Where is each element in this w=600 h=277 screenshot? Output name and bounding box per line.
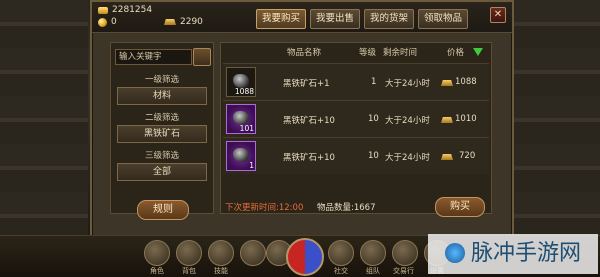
social-label: 社交 bbox=[334, 267, 348, 275]
trade-button[interactable] bbox=[392, 240, 418, 266]
item-quantity: 1088 bbox=[234, 87, 254, 96]
equipment-button[interactable] bbox=[240, 240, 266, 266]
item-slot[interactable]: 101 bbox=[226, 104, 256, 134]
team-button[interactable] bbox=[360, 240, 386, 266]
ore-icon bbox=[233, 148, 249, 162]
ingot-icon bbox=[441, 154, 453, 160]
col-time: 剩余时间 bbox=[383, 48, 418, 58]
item-quantity: 101 bbox=[239, 124, 254, 133]
team-label: 组队 bbox=[366, 267, 380, 275]
level1-filter-select[interactable]: 材料 bbox=[117, 87, 207, 105]
coin-icon bbox=[98, 17, 107, 27]
ingot-icon bbox=[441, 80, 453, 86]
bound-gold-amount: 0 bbox=[111, 17, 117, 27]
gold-display: 2281254 bbox=[98, 5, 152, 15]
skill-button[interactable] bbox=[208, 240, 234, 266]
social-button[interactable] bbox=[328, 240, 354, 266]
ingot-display: 2290 bbox=[164, 17, 203, 27]
rules-button[interactable]: 规则 bbox=[137, 200, 189, 220]
level2-filter-select[interactable]: 黑铁矿石 bbox=[117, 125, 207, 143]
buy-button[interactable]: 购买 bbox=[435, 197, 485, 217]
watermark-logo-icon bbox=[444, 243, 465, 263]
ingot-icon bbox=[441, 117, 453, 123]
ore-icon bbox=[233, 111, 249, 125]
watermark-text: 脉冲手游网 bbox=[470, 241, 581, 266]
listing-row[interactable]: 101 黑铁矿石+10 10 大于24小时 1010 bbox=[223, 100, 489, 137]
item-name: 黑铁矿石+1 bbox=[283, 79, 330, 89]
level3-filter-select[interactable]: 全部 bbox=[117, 163, 207, 181]
item-level: 1 bbox=[371, 77, 377, 87]
level2-filter-label: 二级筛选 bbox=[144, 113, 179, 123]
search-icon[interactable] bbox=[193, 48, 211, 66]
ingot-amount: 2290 bbox=[180, 17, 203, 27]
bag-button[interactable] bbox=[176, 240, 202, 266]
character-label: 角色 bbox=[150, 267, 164, 275]
item-price: 1088 bbox=[455, 77, 477, 87]
item-level: 10 bbox=[368, 151, 379, 161]
item-quantity: 1 bbox=[249, 161, 254, 170]
ingot-icon bbox=[164, 19, 176, 25]
close-icon[interactable]: ✕ bbox=[490, 7, 506, 23]
bound-gold-display: 0 bbox=[98, 17, 117, 27]
item-time: 大于24小时 bbox=[385, 116, 430, 126]
ore-icon bbox=[233, 74, 249, 88]
tab-my-shelf[interactable]: 我的货架 bbox=[364, 9, 415, 29]
gold-icon bbox=[98, 6, 108, 14]
item-time: 大于24小时 bbox=[385, 153, 430, 163]
currency-bar: 2281254 0 2290 我要购买 我要出售 我的货架 领取物品 ✕ bbox=[92, 2, 512, 33]
listing-header: 物品名称 等级 剩余时间 价格 bbox=[221, 46, 491, 60]
item-price: 1010 bbox=[455, 114, 477, 124]
tab-bar: 我要购买 我要出售 我的货架 领取物品 bbox=[256, 9, 469, 29]
item-name: 黑铁矿石+10 bbox=[283, 153, 335, 163]
listing-panel: 物品名称 等级 剩余时间 价格 1088 黑铁矿石+1 1 大于24小时 108… bbox=[220, 42, 492, 217]
filter-panel: 输入关键字 一级筛选 材料 二级筛选 黑铁矿石 三级筛选 全部 bbox=[110, 42, 214, 214]
item-slot[interactable]: 1 bbox=[226, 141, 256, 171]
hp-mp-orb bbox=[286, 238, 324, 276]
listing-row[interactable]: 1088 黑铁矿石+1 1 大于24小时 1088 bbox=[223, 63, 489, 100]
tab-collect[interactable]: 领取物品 bbox=[418, 9, 469, 29]
tab-buy[interactable]: 我要购买 bbox=[256, 9, 307, 29]
gold-amount: 2281254 bbox=[112, 5, 153, 15]
col-level: 等级 bbox=[359, 48, 377, 58]
level3-filter-label: 三级筛选 bbox=[144, 151, 179, 161]
auction-house-window: 2281254 0 2290 我要购买 我要出售 我的货架 领取物品 ✕ 输入关… bbox=[90, 0, 514, 240]
item-slot[interactable]: 1088 bbox=[226, 67, 256, 97]
skill-label: 技能 bbox=[214, 267, 228, 275]
character-button[interactable] bbox=[144, 240, 170, 266]
search-input[interactable]: 输入关键字 bbox=[115, 49, 192, 65]
sort-arrow-icon[interactable] bbox=[473, 48, 483, 56]
listing-row[interactable]: 1 黑铁矿石+10 10 大于24小时 720 bbox=[223, 137, 489, 174]
item-price: 720 bbox=[459, 151, 476, 161]
item-name: 黑铁矿石+10 bbox=[283, 116, 335, 126]
site-watermark: 脉冲手游网 bbox=[428, 234, 598, 274]
tab-sell[interactable]: 我要出售 bbox=[310, 9, 361, 29]
col-price: 价格 bbox=[447, 48, 465, 58]
next-refresh-time: 下次更新时间:12:00 bbox=[225, 203, 304, 213]
item-count: 物品数量:1667 bbox=[317, 203, 376, 213]
item-level: 10 bbox=[368, 114, 379, 124]
item-time: 大于24小时 bbox=[385, 79, 430, 89]
bag-label: 背包 bbox=[182, 267, 196, 275]
level1-filter-label: 一级筛选 bbox=[144, 75, 179, 85]
col-name: 物品名称 bbox=[287, 48, 322, 58]
trade-label: 交易行 bbox=[393, 267, 414, 275]
